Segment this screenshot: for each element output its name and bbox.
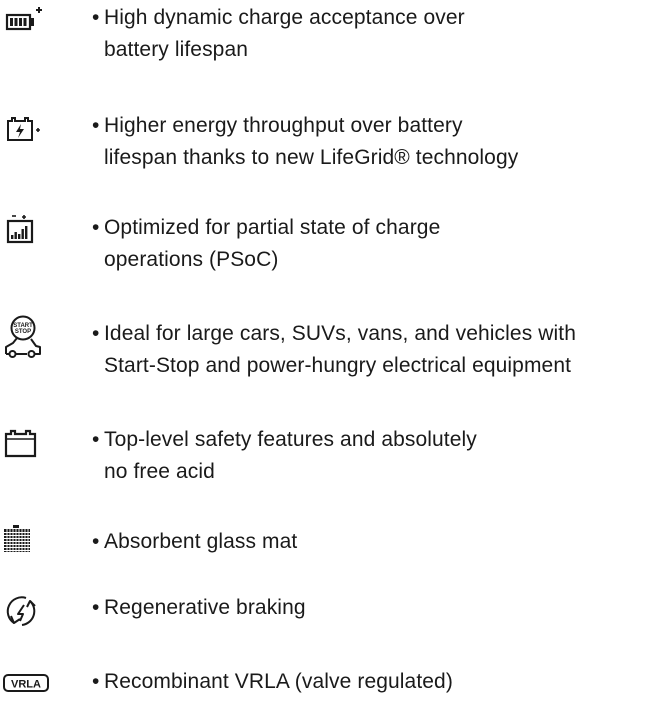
feature-line: Ideal for large cars, SUVs, vans, and ve… <box>104 322 576 345</box>
feature-text: • Ideal for large cars, SUVs, vans, and … <box>92 318 662 382</box>
bullet: • <box>92 322 100 345</box>
battery-bar-graph-icon <box>0 212 70 252</box>
feature-line: operations (PSoC) <box>104 248 279 271</box>
bullet: • <box>92 428 100 451</box>
bullet: • <box>92 670 100 693</box>
feature-line: Absorbent glass mat <box>104 530 298 553</box>
feature-text: • Recombinant VRLA (valve regulated) <box>92 666 662 698</box>
feature-line: battery lifespan <box>104 38 249 61</box>
feature-line: Top-level safety features and absolutely <box>104 428 477 451</box>
bullet: • <box>92 530 100 553</box>
battery-safety-icon <box>0 424 70 464</box>
feature-line: Higher energy throughput over battery <box>104 114 463 137</box>
bullet: • <box>92 596 100 619</box>
feature-text: • Absorbent glass mat <box>92 526 662 558</box>
start-stop-car-icon: START STOP <box>0 315 70 358</box>
feature-line: Optimized for partial state of charge <box>104 216 441 239</box>
bullet: • <box>92 114 100 137</box>
glass-mat-grid-icon <box>0 525 70 566</box>
feature-text: • High dynamic charge acceptance over ba… <box>92 2 662 66</box>
feature-line: lifespan thanks to new LifeGrid® technol… <box>104 146 519 169</box>
feature-text: • Optimized for partial state of charge … <box>92 212 662 276</box>
vrla-badge-label: VRLA <box>11 679 41 691</box>
feature-line: High dynamic charge acceptance over <box>104 6 465 29</box>
stop-label: STOP <box>15 329 31 335</box>
battery-charge-icon <box>0 2 70 42</box>
bullet: • <box>92 216 100 239</box>
vrla-badge-icon: VRLA <box>0 666 70 706</box>
feature-text: • Regenerative braking <box>92 592 662 624</box>
bullet: • <box>92 6 100 29</box>
feature-text: • Top-level safety features and absolute… <box>92 424 662 488</box>
feature-text: • Higher energy throughput over battery … <box>92 110 662 174</box>
feature-line: no free acid <box>104 460 215 483</box>
feature-line: Recombinant VRLA (valve regulated) <box>104 670 453 693</box>
regenerative-braking-icon <box>0 592 70 632</box>
feature-line: Regenerative braking <box>104 596 306 619</box>
battery-energy-icon <box>0 110 70 150</box>
feature-line: Start-Stop and power-hungry electrical e… <box>104 354 572 377</box>
